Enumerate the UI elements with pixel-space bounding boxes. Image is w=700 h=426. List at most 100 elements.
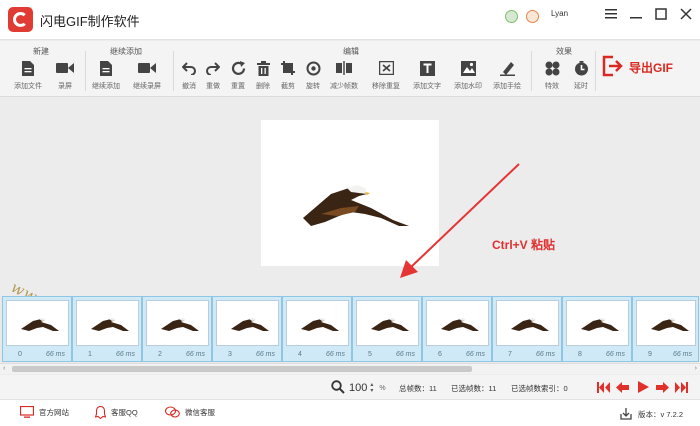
zoom-unit: % — [379, 384, 386, 392]
frame-thumb[interactable]: 2 66 ms — [142, 296, 212, 362]
website-link[interactable]: 官方网站 — [20, 406, 69, 418]
canvas-area[interactable]: www.jb51.net Ctrl+V 粘贴 — [0, 98, 700, 345]
version-label: 版本：v 7.2.2 — [638, 409, 684, 419]
frame-image — [286, 300, 349, 346]
frame-thumb[interactable]: 8 66 ms — [562, 296, 632, 362]
version-info[interactable]: 版本：v 7.2.2 — [620, 408, 683, 420]
add-handwriting-label: 添加手绘 — [493, 83, 521, 90]
watermark-icon — [459, 60, 477, 76]
frame-duration: 66 ms — [185, 351, 205, 358]
crop-icon — [279, 60, 297, 76]
continue-record-button[interactable]: 继续录屏 — [133, 60, 161, 94]
horizontal-scrollbar[interactable]: ‹ › — [0, 363, 700, 374]
reduce-frames-button[interactable]: 减少帧数 — [330, 60, 358, 94]
total-frames: 总帧数：11 — [399, 384, 437, 393]
undo-button[interactable]: 撤消 — [180, 60, 198, 94]
frame-duration: 66 ms — [45, 351, 65, 358]
effects-label: 特效 — [545, 83, 559, 90]
rotate-button[interactable]: 旋转 — [304, 60, 322, 94]
close-icon[interactable] — [677, 6, 695, 22]
maximize-icon[interactable] — [652, 6, 670, 22]
add-watermark-button[interactable]: 添加水印 — [454, 60, 482, 94]
frame-duration: 66 ms — [325, 351, 345, 358]
last-frame-icon[interactable] — [674, 380, 688, 394]
delete-button[interactable]: 删除 — [254, 60, 272, 94]
group-title-effects: 效果 — [556, 47, 572, 56]
frame-thumb[interactable]: 7 66 ms — [492, 296, 562, 362]
zoom-stepper-icon[interactable]: ▴ ▾ — [370, 382, 373, 394]
trash-icon — [254, 60, 272, 76]
frame-duration: 66 ms — [255, 351, 275, 358]
wechat-icon[interactable] — [505, 9, 518, 23]
group-title-new: 新建 — [33, 47, 49, 56]
frame-thumb[interactable]: 1 66 ms — [72, 296, 142, 362]
add-handwriting-button[interactable]: 添加手绘 — [493, 60, 521, 94]
add-text-label: 添加文字 — [413, 83, 441, 90]
frame-index: 6 — [438, 351, 442, 358]
continue-add-button[interactable]: 继续添加 — [92, 60, 120, 94]
next-frame-icon[interactable] — [655, 380, 669, 394]
reset-button[interactable]: 重置 — [229, 60, 247, 94]
frame-thumb[interactable]: 5 66 ms — [352, 296, 422, 362]
scrollbar-thumb[interactable] — [12, 366, 472, 372]
qq-support-link[interactable]: 客服QQ — [95, 406, 138, 419]
add-file-label: 添加文件 — [14, 83, 42, 90]
menu-icon[interactable] — [602, 6, 620, 22]
effects-icon — [543, 60, 561, 76]
frame-thumb[interactable]: 4 66 ms — [282, 296, 352, 362]
minimize-icon[interactable] — [627, 6, 645, 22]
pen-icon — [498, 60, 516, 76]
frame-duration: 66 ms — [115, 351, 135, 358]
vip-diamond-icon[interactable] — [526, 9, 539, 23]
effects-button[interactable]: 特效 — [543, 60, 561, 94]
zoom-control[interactable]: 100 ▴ ▾ % — [331, 380, 386, 396]
frames-strip[interactable]: 0 66 ms 1 66 ms 2 66 ms 3 66 ms 4 66 ms … — [0, 296, 700, 362]
record-label: 录屏 — [58, 83, 72, 90]
frame-thumb[interactable]: 6 66 ms — [422, 296, 492, 362]
frame-index: 7 — [508, 351, 512, 358]
reduce-frames-label: 减少帧数 — [330, 83, 358, 90]
export-gif-button[interactable]: 导出GIF — [601, 51, 673, 83]
remove-duplicates-button[interactable]: 移除重复 — [372, 60, 400, 94]
qq-label: 客服QQ — [111, 408, 138, 417]
zoom-value[interactable]: 100 — [349, 382, 367, 394]
remove-duplicates-icon — [377, 60, 395, 76]
reduce-frames-icon — [335, 60, 353, 76]
add-text-button[interactable]: 添加文字 — [413, 60, 441, 94]
first-frame-icon[interactable] — [596, 380, 610, 394]
frame-index: 8 — [578, 351, 582, 358]
scroll-left-icon[interactable]: ‹ — [3, 365, 5, 372]
undo-icon — [180, 60, 198, 76]
frame-duration: 66 ms — [395, 351, 415, 358]
frame-image — [146, 300, 209, 346]
frame-thumb[interactable]: 9 66 ms — [632, 296, 699, 362]
delay-button[interactable]: 延时 — [572, 60, 590, 94]
prev-frame-icon[interactable] — [615, 380, 629, 394]
crop-label: 截剪 — [281, 83, 295, 90]
footer: 官方网站 客服QQ 微信客服 版本：v 7.2.2 — [0, 399, 700, 426]
delay-label: 延时 — [574, 83, 588, 90]
redo-button[interactable]: 重做 — [204, 60, 222, 94]
user-area[interactable] — [505, 7, 547, 25]
wechat-support-link[interactable]: 微信客服 — [165, 406, 215, 418]
add-file-button[interactable]: 添加文件 — [14, 60, 42, 94]
frame-duration: 66 ms — [672, 351, 692, 358]
play-icon[interactable] — [636, 380, 650, 394]
clock-icon — [572, 60, 590, 76]
frame-duration: 66 ms — [535, 351, 555, 358]
record-button[interactable]: 录屏 — [56, 60, 74, 94]
selected-frames: 已选帧数：11 — [451, 384, 497, 393]
frame-thumb[interactable]: 0 66 ms — [2, 296, 72, 362]
frame-image — [636, 300, 696, 346]
scroll-right-icon[interactable]: › — [695, 365, 697, 372]
website-label: 官方网站 — [39, 407, 69, 417]
wechat-label: 微信客服 — [185, 407, 215, 417]
camera-icon — [138, 60, 156, 76]
frame-image — [426, 300, 489, 346]
app-title: 闪电GIF制作软件 — [40, 14, 140, 29]
crop-button[interactable]: 截剪 — [279, 60, 297, 94]
username[interactable]: Lyan — [551, 9, 568, 18]
frame-image — [76, 300, 139, 346]
refresh-icon — [229, 60, 247, 76]
frame-thumb[interactable]: 3 66 ms — [212, 296, 282, 362]
